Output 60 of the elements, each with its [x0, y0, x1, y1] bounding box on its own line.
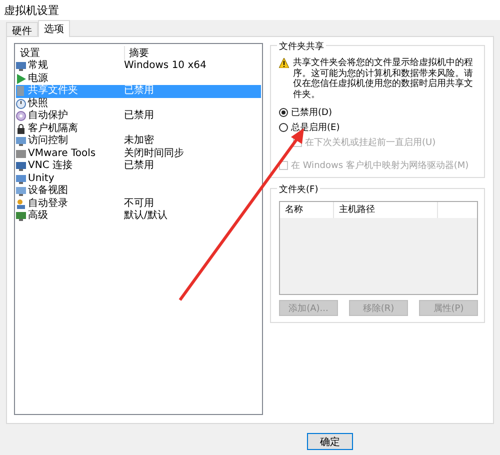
group-title: 文件夹(F) [277, 183, 320, 196]
play-icon [16, 74, 26, 84]
settings-row[interactable]: 高级 默认/默认 [16, 210, 261, 222]
tab[interactable]: 选项 [38, 20, 70, 37]
setting-summary: 关闭时间同步 [124, 148, 184, 160]
setting-summary: 默认/默认 [124, 210, 168, 222]
settings-row[interactable]: Unity [16, 172, 261, 185]
setting-summary: 不可用 [124, 198, 154, 210]
monitor-icon [16, 136, 26, 146]
setting-name: 电源 [28, 72, 48, 85]
settings-row[interactable]: 自动登录 不可用 [16, 198, 261, 210]
setting-name: 设备视图 [28, 185, 68, 198]
monitor-icon [16, 174, 26, 184]
column-header[interactable]: 设置 [16, 46, 125, 60]
monitor-icon [16, 186, 26, 196]
setting-name: 常规 [28, 60, 48, 72]
settings-row[interactable]: VNC 连接 已禁用 [16, 160, 261, 172]
window-title: 虚拟机设置 [4, 2, 59, 18]
radio-button[interactable] [279, 108, 288, 117]
group-title: 文件夹共享 [277, 40, 326, 53]
setting-summary: 已禁用 [124, 160, 154, 172]
setting-name: VMware Tools [28, 148, 96, 160]
setting-name: 共享文件夹 [28, 85, 78, 98]
option-label: 已禁用(D) [291, 106, 332, 119]
settings-row[interactable]: VMware Tools 关闭时间同步 [16, 148, 261, 160]
column-header[interactable]: 主机路径 [334, 202, 438, 218]
radio-button[interactable] [279, 123, 288, 132]
setting-name: 客户机隔离 [28, 122, 78, 134]
setting-summary: 未加密 [124, 135, 154, 148]
tab[interactable]: 硬件 [6, 22, 38, 36]
settings-row[interactable]: 访问控制 未加密 [16, 135, 261, 148]
setting-summary: Windows 10 x64 [124, 60, 206, 72]
settings-row[interactable]: 客户机隔离 [16, 122, 261, 135]
settings-row[interactable]: 电源 [16, 72, 261, 85]
option-label: 在下次关机或挂起前一直启用(U) [305, 136, 436, 149]
warning-text: 共享文件夹会将您的文件显示给虚拟机中的程序。这可能为您的计算机和数据带来风险。请仅在您信任虚拟机使用您的数据时启用共享文件夹。 [293, 58, 474, 100]
monitor-icon [16, 211, 26, 222]
setting-name: VNC 连接 [28, 160, 72, 172]
clock-icon [16, 98, 26, 109]
user-icon [16, 198, 26, 209]
settings-row[interactable]: 设备视图 [16, 185, 261, 198]
option-label: 在 Windows 客户机中映射为网络驱动器(M) [291, 160, 469, 172]
setting-name: 访问控制 [28, 135, 68, 148]
setting-summary: 已禁用 [124, 110, 154, 122]
monitor-icon [16, 161, 26, 172]
setting-name: 高级 [28, 210, 48, 222]
column-header[interactable]: 名称 [280, 202, 334, 218]
warning-icon [279, 58, 289, 68]
settings-row[interactable]: 快照 [16, 98, 261, 110]
lock-icon [16, 124, 26, 134]
setting-name: Unity [28, 172, 54, 184]
column-header[interactable]: 摘要 [125, 46, 149, 60]
setting-name: 自动保护 [28, 110, 68, 122]
setting-name: 快照 [28, 98, 48, 110]
setting-name: 自动登录 [28, 198, 68, 210]
monitor-icon [16, 61, 26, 72]
ok-button[interactable]: 确定 [307, 433, 353, 450]
setting-summary: 已禁用 [124, 85, 154, 98]
settings-row[interactable]: 自动保护 已禁用 [16, 110, 261, 122]
settings-row[interactable]: 常规 Windows 10 x64 [16, 60, 261, 72]
